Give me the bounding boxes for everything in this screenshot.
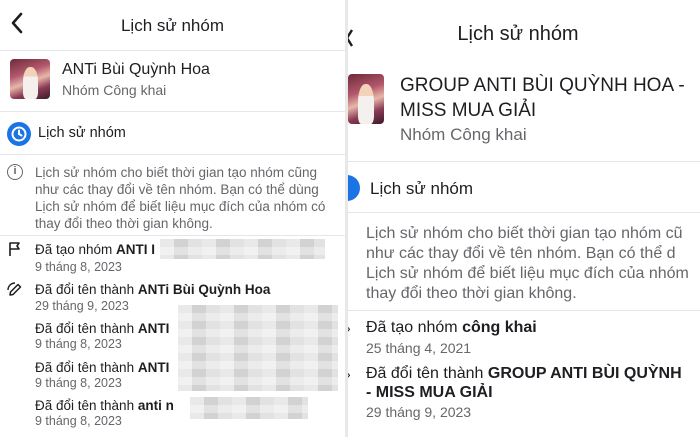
redaction-blur [190,397,308,419]
edit-icon [7,282,23,303]
event-date: 9 tháng 8, 2023 [35,337,122,351]
chevron-icon: › [348,320,351,336]
description-line: Lịch sử nhóm cho biết thời gian tạo nhóm… [35,165,318,180]
description-line: như các thay đổi về tên nhóm. Bạn có thể… [35,182,319,197]
redaction-blur [160,239,325,259]
flag-icon [8,241,22,262]
description-line: như các thay đổi về tên nhóm. Bạn có thể… [366,245,676,262]
event-title: Đã tạo nhóm công khai [366,319,537,336]
info-icon: ) [348,225,349,241]
event-date: 29 tháng 9, 2023 [35,299,129,313]
event-title: Đã tạo nhóm ANTI I [35,242,156,257]
chevron-icon: › [348,366,351,382]
event-date: 25 tháng 4, 2021 [366,340,472,356]
group-avatar[interactable] [10,59,50,99]
event-title: Đã đổi tên thành ANTi Bùi Quỳnh Hoa [35,282,271,297]
group-name[interactable]: ANTi Bùi Quỳnh Hoa [62,61,210,79]
event-title: Đã đổi tên thành anti n [35,398,174,413]
left-screenshot-panel: Lịch sử nhóm ANTi Bùi Quỳnh Hoa Nhóm Côn… [0,0,345,437]
event-date: 29 tháng 9, 2023 [366,404,472,420]
group-privacy: Nhóm Công khai [400,125,527,144]
section-title: Lịch sử nhóm [370,179,474,198]
clock-icon [7,122,31,146]
description-line: thay đổi theo thời gian không. [35,216,213,231]
redaction-blur [178,305,338,391]
info-icon: i [7,164,23,180]
description-line: Lịch sử nhóm để biết liệu mục đích của n… [35,199,326,214]
clock-icon [348,175,360,201]
event-date: 9 tháng 8, 2023 [35,414,122,428]
event-date: 9 tháng 8, 2023 [35,376,122,390]
event-title: Đã đổi tên thành ANTI [35,321,170,336]
group-name[interactable]: MISS MUA GIẢI [400,100,536,122]
description-line: Lịch sử nhóm cho biết thời gian tạo nhóm… [366,225,683,242]
section-title: Lịch sử nhóm [38,125,126,141]
group-avatar[interactable] [348,74,384,124]
event-title: Đã đổi tên thành ANTI [35,360,170,375]
event-title: Đã đổi tên thành GROUP ANTI BÙI QUỲNH [366,365,682,382]
group-name[interactable]: GROUP ANTI BÙI QUỲNH HOA - [400,75,685,97]
event-date: 9 tháng 8, 2023 [35,260,122,274]
event-title: - MISS MUA GIẢI [366,384,493,401]
right-screenshot-panel: Lịch sử nhóm GROUP ANTI BÙI QUỲNH HOA - … [348,0,700,437]
page-title: Lịch sử nhóm [457,23,579,45]
group-privacy: Nhóm Công khai [62,82,167,98]
page-title: Lịch sử nhóm [120,16,225,35]
description-line: Lịch sử nhóm để biết liệu mục đích của n… [366,265,689,282]
description-line: thay đổi theo thời gian không. [366,285,577,302]
